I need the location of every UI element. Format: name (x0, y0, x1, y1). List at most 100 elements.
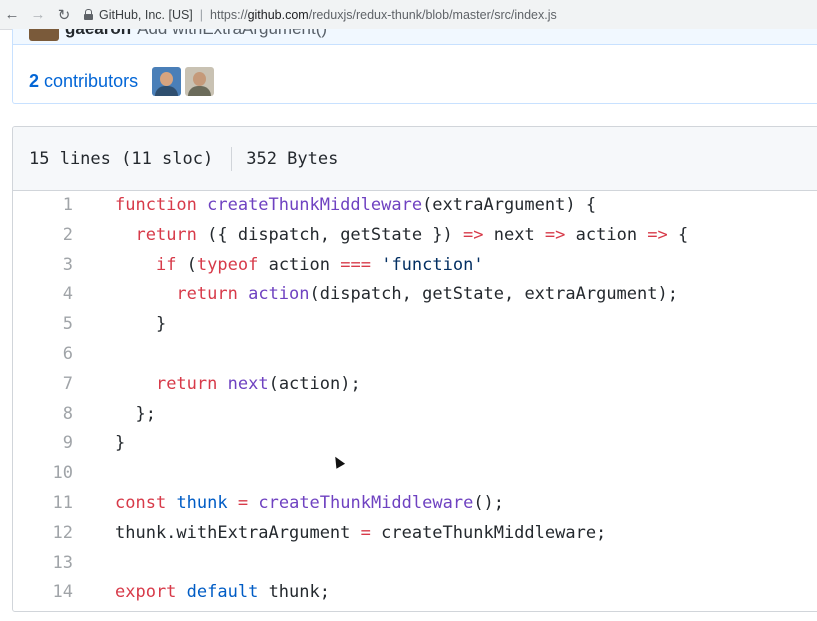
code-line: 1 function createThunkMiddleware(extraArg… (13, 191, 817, 221)
file-line-count: 15 lines (11 sloc) (29, 148, 214, 169)
code-token: thunk.withExtraArgument (115, 522, 361, 543)
code-listing: 1 function createThunkMiddleware(extraArg… (13, 191, 817, 608)
code-token: createThunkMiddleware; (370, 522, 607, 543)
latest-commit-row: gaearon Add withExtraArgument() (13, 29, 817, 45)
code-token: const (115, 492, 167, 513)
code-token: action (248, 284, 310, 305)
line-number[interactable]: 14 (13, 578, 73, 608)
code-token: => (647, 224, 668, 245)
code-token: { (667, 224, 689, 245)
line-number[interactable]: 8 (13, 400, 73, 430)
line-number[interactable]: 13 (13, 549, 73, 579)
forward-arrow-icon[interactable]: → (28, 5, 48, 25)
code-token: createThunkMiddleware (207, 195, 423, 215)
address-bar[interactable]: GitHub, Inc. [US] | https://github.com/r… (84, 3, 557, 27)
file-viewer: 15 lines (11 sloc) 352 Bytes 1 function c… (12, 126, 817, 612)
code-text: if (typeof action === 'function' (115, 251, 484, 281)
contributors-label: contributors (44, 70, 139, 91)
line-number[interactable]: 7 (13, 370, 73, 400)
line-number[interactable]: 9 (13, 429, 73, 459)
file-size: 352 Bytes (246, 148, 339, 169)
code-token: === (340, 254, 371, 275)
code-text: thunk.withExtraArgument = createThunkMid… (115, 519, 606, 549)
code-token: } (115, 314, 167, 335)
code-token: ({ dispatch, getState }) (196, 224, 464, 245)
code-line: 12 thunk.withExtraArgument = createThunkM… (13, 519, 817, 549)
url-path: /reduxjs/redux-thunk/blob/master/src/ind… (308, 7, 557, 22)
file-header: 15 lines (11 sloc) 352 Bytes (13, 127, 817, 191)
contributors-link[interactable]: 2 contributors (29, 71, 138, 92)
line-number[interactable]: 1 (13, 191, 73, 221)
avatar[interactable] (152, 66, 182, 96)
code-token: default (186, 582, 259, 603)
code-token: action (258, 254, 341, 275)
line-number[interactable]: 11 (13, 489, 73, 519)
code-token: ( (176, 254, 197, 275)
code-line: 13 (13, 549, 817, 579)
commit-message[interactable]: Add withExtraArgument() (137, 29, 327, 38)
code-token: (); (473, 492, 505, 513)
code-line: 6 (13, 340, 817, 370)
back-arrow-icon[interactable]: ← (2, 5, 22, 25)
code-text: export default thunk; (115, 578, 330, 608)
line-number[interactable]: 12 (13, 519, 73, 549)
code-token: = (237, 492, 249, 513)
ev-certificate-label: GitHub, Inc. [US] (99, 7, 193, 22)
code-line: 11 const thunk = createThunkMiddleware(); (13, 489, 817, 519)
line-number[interactable]: 4 (13, 280, 73, 310)
code-text: return ({ dispatch, getState }) => next … (115, 221, 688, 251)
code-token: => (544, 224, 566, 245)
code-line: 14 export default thunk; (13, 578, 817, 608)
divider (231, 146, 233, 171)
code-token: action (565, 224, 648, 245)
code-token: = (360, 522, 371, 543)
code-token: => (463, 224, 484, 245)
avatar[interactable] (29, 29, 59, 41)
code-token: return (155, 373, 218, 394)
code-line: 8 }; (13, 400, 817, 430)
line-number[interactable]: 5 (13, 310, 73, 340)
code-text: function createThunkMiddleware(extraArgu… (115, 191, 596, 221)
code-line: 7 return next(action); (13, 370, 817, 400)
code-line: 5 } (13, 310, 817, 340)
code-text: }; (115, 400, 156, 430)
line-number[interactable]: 10 (13, 459, 73, 489)
code-line: 9} (13, 429, 817, 459)
code-text: return action(dispatch, getState, extraA… (115, 280, 678, 310)
url-scheme: https:// (210, 7, 248, 22)
code-token: 'function' (381, 254, 484, 275)
lock-icon (84, 9, 93, 20)
code-token: return (176, 284, 238, 305)
latest-commit-text: gaearon Add withExtraArgument() (65, 29, 327, 39)
code-token: createThunkMiddleware (258, 492, 474, 513)
avatar[interactable] (185, 66, 215, 96)
code-token: thunk (176, 492, 228, 513)
code-token: } (115, 433, 126, 454)
code-token: typeof (196, 254, 259, 275)
line-number[interactable]: 3 (13, 251, 73, 281)
code-token: function (115, 195, 208, 215)
browser-toolbar: ← → ↻ GitHub, Inc. [US] | https://github… (0, 0, 817, 30)
code-text: return next(action); (115, 370, 361, 400)
commit-info-box: gaearon Add withExtraArgument() 2 contrib… (12, 29, 817, 104)
code-line: 4 return action(dispatch, getState, extr… (13, 280, 817, 310)
contributors-count: 2 (29, 70, 40, 91)
line-number[interactable]: 2 (13, 221, 73, 251)
code-line: 2 return ({ dispatch, getState }) => nex… (13, 221, 817, 251)
code-text: } (115, 429, 125, 459)
reload-icon[interactable]: ↻ (54, 5, 74, 25)
code-text: const thunk = createThunkMiddleware(); (115, 489, 504, 519)
commit-author[interactable]: gaearon (65, 29, 131, 38)
line-number[interactable]: 6 (13, 340, 73, 370)
code-token: }; (115, 403, 156, 424)
url-host: github.com (247, 7, 309, 22)
